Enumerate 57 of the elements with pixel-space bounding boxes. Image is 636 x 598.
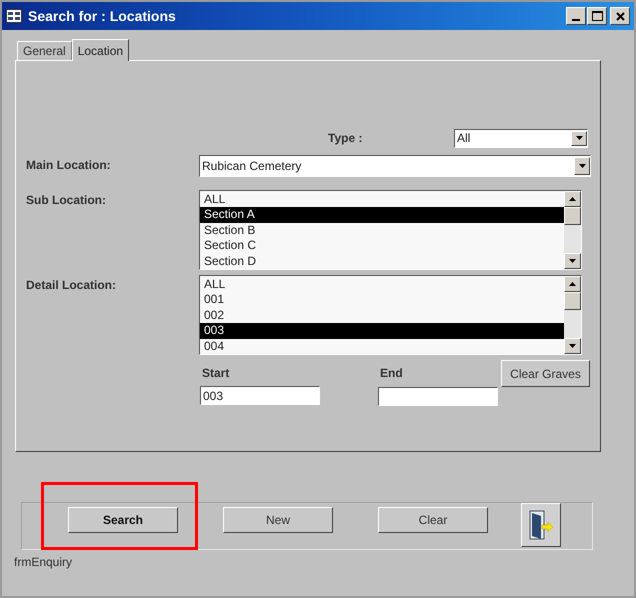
- list-item[interactable]: Section B: [200, 222, 564, 238]
- end-field[interactable]: [378, 387, 498, 406]
- caret-icon: [578, 164, 586, 168]
- list-item[interactable]: 004: [200, 338, 564, 354]
- list-item[interactable]: 002: [200, 308, 564, 324]
- scrollbar[interactable]: [564, 191, 581, 269]
- caret-icon: [576, 136, 582, 140]
- action-button[interactable]: New: [223, 507, 333, 533]
- type-dropdown[interactable]: All: [454, 128, 588, 148]
- list-item[interactable]: ALL: [200, 277, 564, 292]
- tab[interactable]: Location: [72, 39, 130, 61]
- scroll-thumb[interactable]: [564, 207, 581, 225]
- window-icon: [6, 9, 22, 23]
- start-field[interactable]: 003: [200, 386, 320, 405]
- main-location-dropdown[interactable]: Rubican Cemetery: [199, 155, 591, 177]
- start-label: Start: [202, 365, 230, 382]
- main-location-value: Rubican Cemetery: [201, 158, 302, 175]
- dropdown-button[interactable]: [571, 130, 587, 146]
- scroll-thumb[interactable]: [564, 292, 581, 310]
- close-button[interactable]: [610, 7, 630, 25]
- door-exit-icon: [528, 509, 554, 541]
- list-item[interactable]: Section C: [200, 238, 564, 254]
- list-item[interactable]: 003: [200, 323, 564, 339]
- up-arrow-icon: [569, 197, 576, 201]
- detail-location-list[interactable]: ALL 001 002 003 004: [199, 275, 582, 355]
- exit-button[interactable]: [521, 503, 561, 547]
- scrollbar[interactable]: [564, 276, 581, 354]
- dropdown-button[interactable]: [574, 157, 590, 175]
- action-button[interactable]: Clear: [378, 507, 488, 533]
- close-icon: [616, 12, 624, 20]
- action-button[interactable]: Search: [68, 507, 178, 533]
- sub-location-label: Sub Location:: [26, 192, 107, 209]
- detail-location-label: Detail Location:: [26, 277, 118, 294]
- window-title: Search for : Locations: [28, 6, 176, 26]
- down-arrow-icon: [569, 259, 576, 263]
- tab[interactable]: General: [17, 41, 72, 60]
- down-arrow-icon: [569, 344, 576, 348]
- list-item[interactable]: Section D: [200, 254, 564, 270]
- scroll-down-button[interactable]: [564, 338, 581, 354]
- clear-graves-button[interactable]: Clear Graves: [501, 360, 590, 387]
- main-location-label: Main Location:: [26, 157, 112, 174]
- scroll-down-button[interactable]: [564, 253, 581, 269]
- up-arrow-icon: [569, 282, 576, 286]
- minimize-icon: [572, 19, 580, 21]
- list-item[interactable]: Section A: [200, 207, 564, 223]
- list-item[interactable]: 001: [200, 292, 564, 308]
- end-label: End: [380, 365, 404, 382]
- sub-location-list[interactable]: ALL Section A Section B Section C Section D: [199, 190, 582, 270]
- minimize-button[interactable]: [566, 7, 586, 25]
- type-value: All: [456, 130, 472, 147]
- form-name: frmEnquiry: [14, 554, 74, 571]
- maximize-icon: [592, 11, 602, 21]
- maximize-button[interactable]: [587, 7, 607, 25]
- type-label: Type :: [328, 130, 364, 147]
- list-item[interactable]: ALL: [200, 192, 564, 208]
- scroll-up-button[interactable]: [564, 191, 581, 207]
- scroll-up-button[interactable]: [564, 276, 581, 292]
